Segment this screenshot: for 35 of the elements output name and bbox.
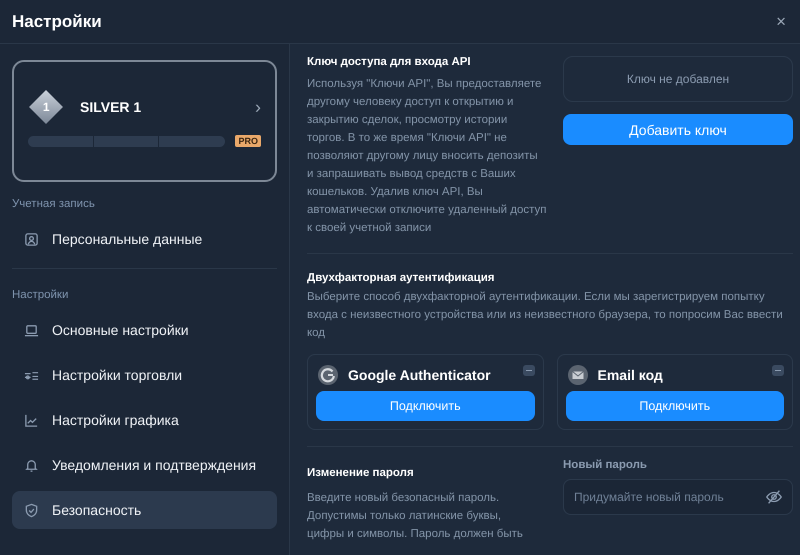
sidebar-item[interactable]: Основные настройки [12,311,277,349]
person-icon [24,232,39,246]
authenticator-icon [318,365,338,385]
pro-tag: PRO [235,135,261,147]
section-description: Используя "Ключи API", Вы предоставляете другому человеку доступ к открытию и закрытию сделок, просмотру истории торгов. В то же время "Ключи API" не позволяют другому лицу вносить депозиты и запрашивать вывод средств с Ваших кошельков. Удалив ключ API, Вы автоматически отключите удаленный доступ к своей учетной записи [307,77,547,236]
section-description: Выберите способ двухфакторной аутентификации. Если мы зарегистрируем попытку входа с неизвестного устройства или из неизвестного браузера, то попросим Вас ввести код [307,290,784,341]
key-status-box: Ключ не добавлен [563,56,793,102]
sidebar-item[interactable]: Настройки торговли [12,356,277,394]
section-title: Изменение пароля [307,467,415,479]
sidebar-item[interactable]: Безопасность [12,491,277,529]
bell-icon [24,458,39,472]
sidebar-item[interactable]: Уведомления и подтверждения [12,446,277,484]
section-title: Ключ доступа для входа API [307,56,472,68]
close-button[interactable]: × [774,12,788,32]
method-name: Google Authenticator [348,367,492,383]
sidebar-item[interactable]: Настройки графика [12,401,277,439]
toggle-switch[interactable] [772,365,784,376]
laptop-icon [24,322,39,338]
section-label: Настройки [12,289,70,301]
toggle-switch[interactable] [522,365,534,376]
sidebar-item[interactable]: Персональные данные [12,220,277,258]
rank-title: SILVER 1 [80,99,142,115]
eye-slash-icon[interactable] [765,488,783,506]
shield-icon [24,502,39,518]
password-field[interactable]: Придумайте новый пароль [563,479,793,515]
section-description: Введите новый безопасный пароль. Допустимы только латинские буквы, цифры и символы. Пароль должен быть [307,491,524,542]
chevron-icon: › [255,96,261,118]
section-title: Двухфакторная аутентификация [307,272,496,284]
chart-icon [24,412,39,428]
envelope-icon [568,365,588,385]
rank-badge: 1 [29,90,63,124]
method-name: Email код [598,367,664,383]
window-title: Настройки [12,12,102,32]
field-label: Новый пароль [563,459,648,471]
section-label: Учетная запись [12,198,96,210]
